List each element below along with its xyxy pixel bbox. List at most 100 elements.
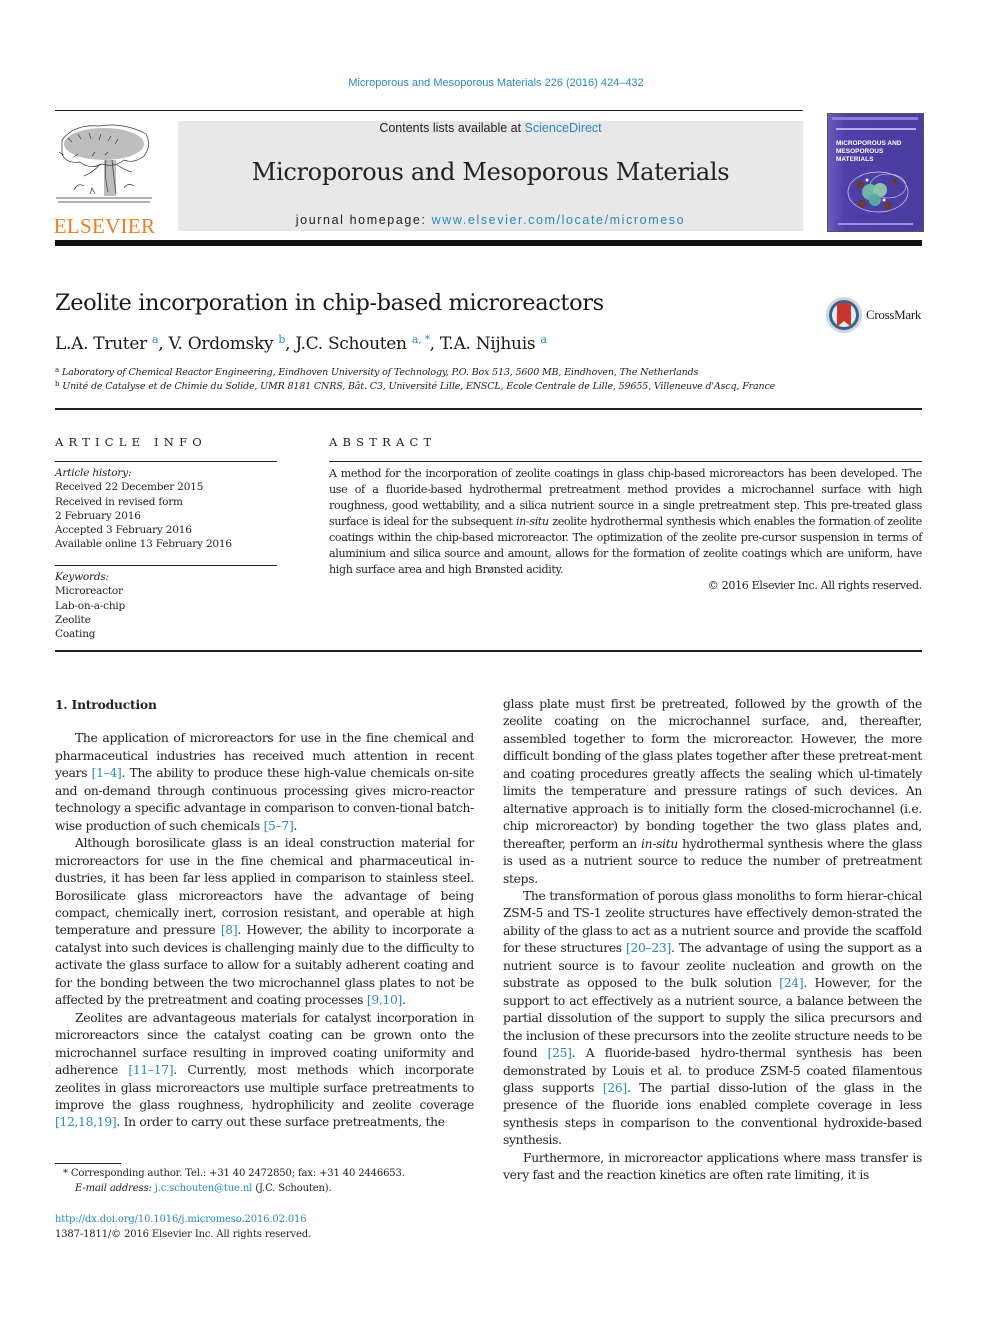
history-entry: 2 February 2016	[55, 509, 141, 522]
doi-block: http://dx.doi.org/10.1016/j.micromeso.20…	[55, 1212, 311, 1242]
paragraph: The application of microreactors for use…	[55, 730, 474, 835]
elsevier-tree-icon	[56, 124, 152, 203]
doi-link[interactable]: http://dx.doi.org/10.1016/j.micromeso.20…	[55, 1214, 307, 1225]
reference-link[interactable]: [11–17]	[128, 1063, 173, 1077]
abstract-italic: in-situ	[515, 515, 549, 528]
paragraph-text: . In order to carry out these surface pr…	[116, 1115, 445, 1130]
journal-homepage-line: journal homepage: www.elsevier.com/locat…	[178, 213, 803, 227]
reference-link[interactable]: [8]	[221, 923, 238, 937]
abstract-copyright: © 2016 Elsevier Inc. All rights reserved…	[707, 579, 923, 592]
author-list: L.A. Truter a, V. Ordomsky b, J.C. Schou…	[55, 333, 547, 354]
issn-copyright: 1387-1811/© 2016 Elsevier Inc. All right…	[55, 1229, 312, 1240]
journal-masthead: Contents lists available at ScienceDirec…	[178, 121, 803, 231]
author-separator: ,	[158, 334, 169, 354]
history-entry: Accepted 3 February 2016	[55, 524, 192, 537]
footnote-line-1: * Corresponding author. Tel.: +31 40 247…	[55, 1166, 475, 1181]
cover-bottom-strip	[838, 223, 913, 225]
affiliation-text: Unité de Catalyse et de Chimie du Solide…	[62, 381, 776, 392]
affiliation-b: b Unité de Catalyse et de Chimie du Soli…	[55, 380, 775, 392]
crossmark-button[interactable]: CrossMark	[825, 296, 921, 334]
abstract-divider	[329, 461, 922, 462]
affiliation-text: Laboratory of Chemical Reactor Engineeri…	[61, 367, 699, 378]
header-divider	[55, 110, 803, 111]
article-info-divider	[55, 461, 277, 462]
author-name[interactable]: J.C. Schouten	[295, 334, 407, 354]
contents-prefix: Contents lists available at	[379, 121, 525, 135]
reference-link[interactable]: [26]	[603, 1081, 627, 1095]
cover-molecule-icon	[847, 171, 909, 213]
sciencedirect-link[interactable]: ScienceDirect	[525, 121, 602, 135]
article-title: Zeolite incorporation in chip-based micr…	[55, 290, 604, 316]
keywords-heading: Keywords:	[55, 571, 109, 583]
abstract-body: A method for the incorporation of zeolit…	[329, 466, 922, 594]
history-heading: Article history:	[55, 467, 132, 479]
reference-link[interactable]: [20–23]	[626, 941, 671, 955]
abstract-heading: ABSTRACT	[329, 435, 437, 449]
affiliation-marker[interactable]: a	[540, 333, 547, 346]
reference-link[interactable]: [9,10]	[367, 993, 402, 1007]
author[interactable]: T.A. Nijhuis a	[440, 333, 547, 354]
body-column-right: glass plate must first be pretreated, fo…	[503, 696, 922, 1185]
footnote-divider	[55, 1163, 121, 1164]
crossmark-icon	[826, 297, 862, 333]
keyword: Lab-on-a-chip	[55, 599, 126, 612]
footnote-text: Corresponding author. Tel.: +31 40 24728…	[67, 1168, 405, 1179]
author-name[interactable]: L.A. Truter	[55, 334, 147, 354]
paragraph: Zeolites are advantageous materials for …	[55, 1010, 474, 1132]
reference-link[interactable]: [24]	[779, 976, 803, 990]
paragraph-text: .	[293, 818, 298, 833]
title-block-divider	[55, 408, 922, 410]
citation-text[interactable]: Microporous and Mesoporous Materials 226…	[348, 77, 643, 89]
contents-line: Contents lists available at ScienceDirec…	[178, 121, 803, 135]
elsevier-logo[interactable]: ELSEVIER	[52, 120, 157, 238]
keyword: Zeolite	[55, 613, 91, 626]
affiliation-key: a	[55, 366, 60, 374]
reference-link[interactable]: [12,18,19]	[55, 1115, 117, 1129]
affiliation-marker[interactable]: a, *	[412, 333, 430, 346]
affiliation-key: b	[55, 380, 60, 388]
journal-name: Microporous and Mesoporous Materials	[251, 158, 730, 186]
history-entry: Received in revised form	[55, 495, 183, 508]
history-entry: Received 22 December 2015	[55, 481, 204, 494]
journal-homepage-link[interactable]: www.elsevier.com/locate/micromeso	[432, 213, 686, 227]
email-owner: (J.C. Schouten).	[252, 1183, 332, 1194]
paragraph: glass plate must first be pretreated, fo…	[503, 696, 922, 888]
cover-title: MICROPOROUS AND MESOPOROUS MATERIALS	[836, 140, 902, 163]
keywords-divider	[55, 565, 277, 566]
journal-cover-image[interactable]: MICROPOROUS AND MESOPOROUS MATERIALS	[827, 113, 924, 232]
author-name[interactable]: V. Ordomsky	[169, 334, 274, 354]
author-name[interactable]: T.A. Nijhuis	[440, 334, 536, 354]
paragraph: Furthermore, in microreactor application…	[503, 1150, 922, 1185]
keywords-list: Keywords: Microreactor Lab-on-a-chip Zeo…	[55, 570, 277, 641]
author[interactable]: V. Ordomsky b	[169, 333, 286, 354]
email-label: E-mail address:	[75, 1183, 152, 1194]
paragraph-text: Furthermore, in microreactor application…	[503, 1150, 922, 1183]
reference-link[interactable]: [5–7]	[264, 819, 294, 833]
author-separator: ,	[429, 334, 440, 354]
author[interactable]: J.C. Schouten a, *	[295, 333, 430, 354]
keyword: Coating	[55, 628, 96, 641]
cover-subtitle-strip	[836, 128, 916, 130]
body-column-left: 1. Introduction The application of micro…	[55, 696, 474, 1132]
section-heading-introduction: 1. Introduction	[55, 697, 157, 712]
history-entry: Available online 13 February 2016	[55, 538, 232, 551]
cover-top-strip	[832, 117, 918, 120]
author-separator: ,	[285, 334, 296, 354]
homepage-prefix: journal homepage:	[295, 213, 432, 227]
reference-link[interactable]: [25]	[548, 1046, 572, 1060]
elsevier-wordmark: ELSEVIER	[53, 214, 156, 238]
paragraph: The transformation of porous glass monol…	[503, 888, 922, 1150]
reference-link[interactable]: [1–4]	[92, 766, 122, 780]
keyword: Microreactor	[55, 585, 123, 598]
journal-citation-link[interactable]: Microporous and Mesoporous Materials 226…	[0, 77, 992, 89]
front-matter-divider	[55, 650, 922, 652]
article-history: Article history: Received 22 December 20…	[55, 466, 277, 552]
footnote-line-2: E-mail address: j.c.schouten@tue.nl (J.C…	[55, 1181, 475, 1196]
paragraph-text: glass plate must first be pretreated, fo…	[503, 697, 922, 851]
paragraph: Although borosilicate glass is an ideal …	[55, 835, 474, 1010]
article-info-heading: ARTICLE INFO	[55, 435, 207, 449]
author[interactable]: L.A. Truter a	[55, 333, 159, 354]
email-link[interactable]: j.c.schouten@tue.nl	[155, 1183, 253, 1194]
paragraph-text: .	[402, 993, 406, 1008]
crossmark-label: CrossMark	[866, 307, 922, 322]
